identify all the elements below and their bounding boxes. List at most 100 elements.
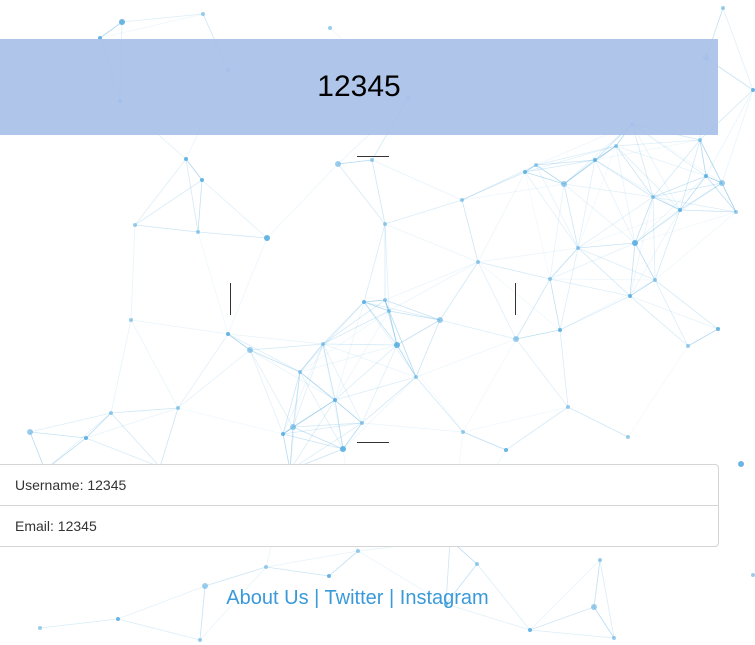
network-line: [529, 606, 595, 631]
network-line: [559, 295, 631, 331]
network-node: [566, 405, 570, 409]
network-node: [721, 6, 725, 10]
header-banner: 12345: [0, 39, 718, 135]
network-line: [29, 431, 87, 439]
instagram-link[interactable]: Instagram: [400, 587, 489, 609]
network-node: [475, 562, 479, 566]
network-line: [722, 7, 754, 91]
network-line: [134, 179, 203, 226]
network-line: [629, 196, 654, 297]
network-node: [628, 294, 632, 298]
network-node: [119, 19, 125, 25]
network-line: [197, 179, 203, 233]
network-node: [716, 327, 720, 331]
email-row: Email: 12345: [0, 505, 718, 546]
network-node: [523, 170, 527, 174]
network-line: [654, 279, 719, 330]
network-node: [751, 88, 755, 92]
network-node: [698, 138, 702, 142]
network-line: [549, 278, 561, 331]
network-node: [129, 318, 133, 322]
network-line: [204, 566, 267, 587]
network-node: [593, 158, 597, 162]
network-node: [576, 246, 580, 250]
network-line: [185, 158, 203, 181]
network-line: [185, 158, 199, 233]
network-line: [130, 319, 179, 409]
network-line: [627, 345, 689, 438]
network-line: [197, 231, 229, 335]
network-node: [612, 636, 616, 640]
network-line: [515, 278, 551, 340]
network-line: [130, 319, 229, 335]
network-line: [721, 89, 754, 184]
network-node: [528, 628, 532, 632]
network-line: [615, 145, 654, 198]
network-node: [653, 278, 657, 282]
network-line: [563, 145, 617, 185]
network-line: [629, 295, 719, 330]
network-node: [548, 277, 552, 281]
network-line: [515, 338, 569, 408]
network-node: [558, 328, 562, 332]
network-line: [577, 159, 596, 249]
twitter-link[interactable]: Twitter: [325, 587, 384, 609]
username-label: Username:: [15, 477, 84, 493]
username-value: 12345: [87, 477, 127, 493]
network-node: [504, 448, 508, 452]
network-node: [264, 565, 268, 569]
network-line: [559, 247, 579, 331]
network-line: [615, 145, 636, 244]
network-node: [109, 411, 113, 415]
username-row: Username: 12345: [0, 465, 718, 505]
about-us-link[interactable]: About Us: [226, 587, 308, 609]
network-line: [629, 209, 681, 297]
avatar-placeholder: [230, 156, 516, 443]
network-line: [687, 328, 719, 347]
network-line: [110, 412, 161, 468]
network-line: [577, 242, 636, 249]
network-line: [549, 183, 565, 280]
network-node: [27, 429, 33, 435]
network-line: [577, 209, 681, 249]
network-node: [38, 626, 42, 630]
network-line: [577, 247, 656, 281]
network-line: [634, 211, 737, 244]
network-node: [738, 461, 744, 467]
network-line: [615, 145, 707, 177]
network-node: [632, 240, 638, 246]
avatar-frame-edge-left: [230, 283, 231, 315]
email-label: Email:: [15, 518, 54, 534]
network-node: [356, 549, 360, 553]
network-line: [134, 224, 199, 233]
avatar-frame-edge-right: [515, 283, 516, 315]
network-line: [265, 550, 359, 568]
avatar-frame-edge-bottom: [357, 442, 389, 443]
network-node: [176, 406, 180, 410]
email-value: 12345: [57, 518, 97, 534]
network-line: [631, 123, 681, 211]
network-node: [534, 163, 538, 167]
network-node: [678, 208, 682, 212]
network-node: [561, 181, 567, 187]
network-node: [84, 436, 88, 440]
network-line: [577, 247, 631, 297]
network-line: [265, 566, 330, 577]
network-line: [177, 333, 229, 409]
network-line: [652, 196, 737, 213]
network-node: [614, 144, 618, 148]
network-line: [652, 196, 656, 281]
network-line: [110, 407, 179, 414]
network-node: [751, 573, 755, 577]
network-line: [134, 158, 187, 226]
avatar-frame-edge-top: [357, 156, 389, 157]
network-node: [133, 223, 137, 227]
footer-links: About Us | Twitter | Instagram: [0, 587, 715, 610]
network-line: [99, 13, 204, 39]
network-line: [559, 329, 569, 408]
network-line: [121, 13, 204, 23]
network-node: [184, 157, 188, 161]
network-node: [340, 446, 346, 452]
network-line: [159, 407, 179, 468]
page-title: 12345: [317, 70, 401, 103]
